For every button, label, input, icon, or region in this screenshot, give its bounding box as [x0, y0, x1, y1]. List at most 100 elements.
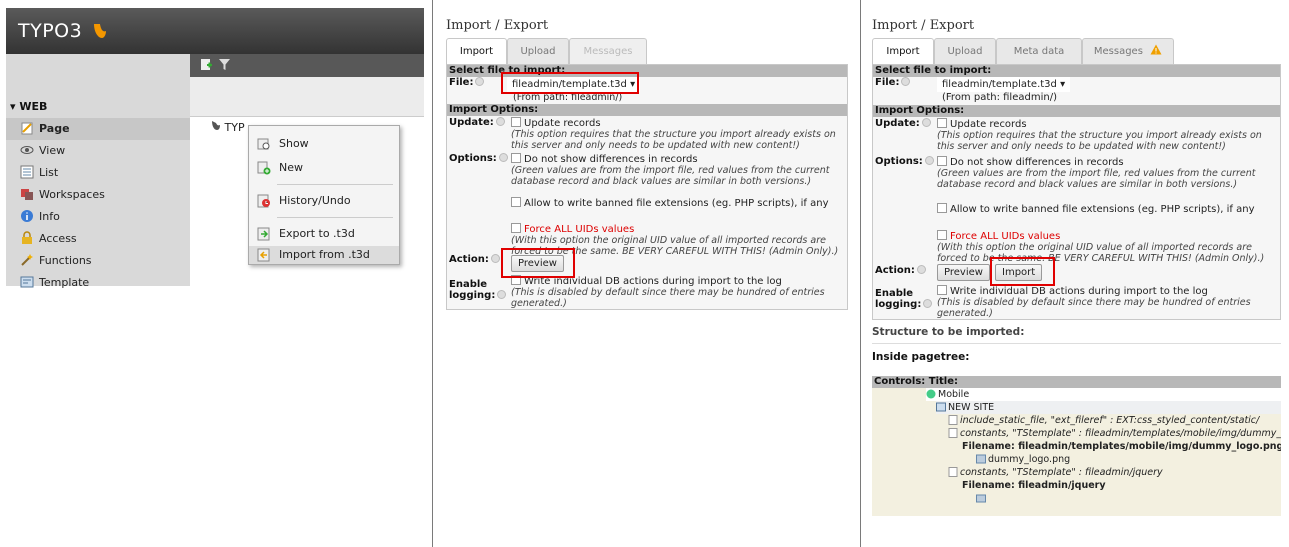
- help-icon[interactable]: [497, 290, 507, 299]
- help-icon[interactable]: [924, 156, 934, 165]
- tree-row-dummy-logo[interactable]: dummy_logo.png: [976, 453, 1281, 466]
- context-menu-new[interactable]: New: [249, 156, 399, 180]
- help-icon[interactable]: [498, 153, 508, 162]
- tab-import[interactable]: Import: [446, 38, 507, 65]
- update-records-option[interactable]: Update records: [511, 117, 601, 129]
- lock-icon: [22, 231, 32, 244]
- file-label: File:: [875, 77, 911, 88]
- tree-table-header: Controls: Title:: [872, 376, 1281, 388]
- no-diff-checkbox[interactable]: [511, 153, 521, 163]
- help-icon[interactable]: [490, 254, 500, 263]
- no-diff-option[interactable]: Do not show differences in records: [937, 156, 1124, 168]
- filter-icon[interactable]: [218, 58, 231, 71]
- typo3-backend-panel: TYPO3 ▾ WEB Page View List Workspaces In…: [6, 8, 424, 289]
- update-hint: (This option requires that the structure…: [937, 130, 1262, 152]
- logging-checkbox[interactable]: [937, 285, 947, 295]
- image-file-icon: [976, 454, 986, 464]
- update-label: Update:: [449, 117, 505, 128]
- pagetree-root-item[interactable]: TYP: [211, 120, 245, 134]
- force-uids-checkbox[interactable]: [937, 230, 947, 240]
- tab-import[interactable]: Import: [872, 38, 934, 65]
- tree-row-constants-jquery[interactable]: constants, "TStemplate" : fileadmin/jque…: [948, 466, 1281, 479]
- module-template[interactable]: Template: [6, 272, 190, 294]
- tree-row-filename-jquery: Filename: fileadmin/jquery: [962, 480, 1106, 491]
- tab-meta-data[interactable]: Meta data: [996, 38, 1082, 64]
- new-page-icon[interactable]: [200, 58, 213, 71]
- help-icon[interactable]: [921, 118, 931, 127]
- tab-messages[interactable]: Messages: [569, 38, 647, 64]
- update-records-checkbox[interactable]: [511, 117, 521, 127]
- tab-upload[interactable]: Upload: [507, 38, 569, 64]
- module-list[interactable]: List: [6, 162, 190, 184]
- help-icon[interactable]: [916, 265, 926, 274]
- no-diff-hint: (Green values are from the import file, …: [937, 168, 1256, 190]
- tab-messages[interactable]: Messages: [1082, 38, 1174, 64]
- help-icon[interactable]: [475, 77, 485, 86]
- help-icon[interactable]: [923, 299, 933, 308]
- highlight-import-button: [990, 257, 1055, 286]
- wand-icon: [21, 254, 33, 266]
- tree-row-folder[interactable]: [976, 492, 996, 505]
- update-records-option[interactable]: Update records: [937, 118, 1027, 130]
- template-icon: [20, 276, 34, 288]
- context-menu-import[interactable]: Import from .t3d: [249, 246, 399, 264]
- banned-ext-option[interactable]: Allow to write banned file extensions (e…: [937, 203, 1255, 215]
- typo3-logo-icon: [93, 24, 106, 38]
- import-export-panel-basic: Import / Export Import Upload Messages S…: [446, 8, 850, 318]
- file-label: File:: [449, 77, 485, 88]
- show-icon: [257, 138, 270, 150]
- logging-hint: (This is disabled by default since there…: [511, 287, 825, 309]
- tree-row-constants-logo[interactable]: constants, "TStemplate" : fileadmin/temp…: [948, 427, 1281, 440]
- module-page[interactable]: Page: [6, 118, 190, 140]
- globe-icon: [926, 389, 936, 399]
- file-icon: [948, 428, 958, 438]
- tree-row-mobile[interactable]: Mobile: [926, 388, 1281, 401]
- no-diff-option[interactable]: Do not show differences in records: [511, 153, 698, 165]
- tree-row-new-site[interactable]: NEW SITE: [936, 401, 1281, 414]
- module-functions[interactable]: Functions: [6, 250, 190, 272]
- context-menu-history[interactable]: History/Undo: [249, 189, 399, 213]
- module-workspaces[interactable]: Workspaces: [6, 184, 190, 206]
- logging-hint: (This is disabled by default since there…: [937, 297, 1251, 319]
- banned-ext-checkbox[interactable]: [937, 203, 947, 213]
- force-uids-checkbox[interactable]: [511, 223, 521, 233]
- page-title: Import / Export: [872, 18, 975, 33]
- tree-row-static-file[interactable]: include_static_file, "ext_fileref" : EXT…: [948, 414, 1281, 427]
- banned-ext-option[interactable]: Allow to write banned file extensions (e…: [511, 197, 829, 209]
- help-icon[interactable]: [901, 77, 911, 86]
- preview-button[interactable]: Preview: [937, 264, 990, 281]
- page-title: Import / Export: [446, 18, 549, 33]
- folder-icon: [976, 494, 986, 503]
- no-diff-hint: (Green values are from the import file, …: [511, 165, 830, 187]
- tree-row-filename-logo: Filename: fileadmin/templates/mobile/img…: [962, 441, 1281, 452]
- no-diff-checkbox[interactable]: [937, 156, 947, 166]
- warning-icon: [1150, 44, 1162, 55]
- context-menu-show[interactable]: Show: [249, 132, 399, 156]
- template-icon: [936, 402, 946, 412]
- import-icon: [257, 248, 270, 262]
- action-label: Action:: [449, 254, 500, 265]
- module-info[interactable]: Info: [6, 206, 190, 228]
- web-section-header[interactable]: ▾ WEB: [6, 100, 190, 116]
- module-access[interactable]: Access: [6, 228, 190, 250]
- logging-option[interactable]: Write individual DB actions during impor…: [937, 285, 1208, 297]
- update-records-checkbox[interactable]: [937, 118, 947, 128]
- banned-ext-checkbox[interactable]: [511, 197, 521, 207]
- workspaces-icon: [21, 189, 33, 200]
- file-select[interactable]: fileadmin/template.t3d ▾: [937, 77, 1071, 92]
- new-icon: [257, 161, 271, 175]
- help-icon[interactable]: [495, 117, 505, 126]
- force-uids-option[interactable]: Force ALL UIDs values: [937, 230, 1060, 242]
- inside-pagetree-heading: Inside pagetree:: [872, 351, 970, 363]
- module-view[interactable]: View: [6, 140, 190, 162]
- context-menu-export[interactable]: Export to .t3d: [249, 222, 399, 246]
- tab-upload[interactable]: Upload: [934, 38, 996, 64]
- section-import-options: Import Options:: [447, 104, 847, 116]
- page-icon: [21, 122, 33, 135]
- panel-divider: [860, 0, 861, 547]
- update-label: Update:: [875, 118, 931, 129]
- from-path-text: (From path: fileadmin/): [942, 92, 1057, 103]
- pagetree-toolbar: [190, 54, 424, 77]
- typo3-logo[interactable]: TYPO3: [18, 20, 108, 42]
- force-uids-option[interactable]: Force ALL UIDs values: [511, 223, 634, 235]
